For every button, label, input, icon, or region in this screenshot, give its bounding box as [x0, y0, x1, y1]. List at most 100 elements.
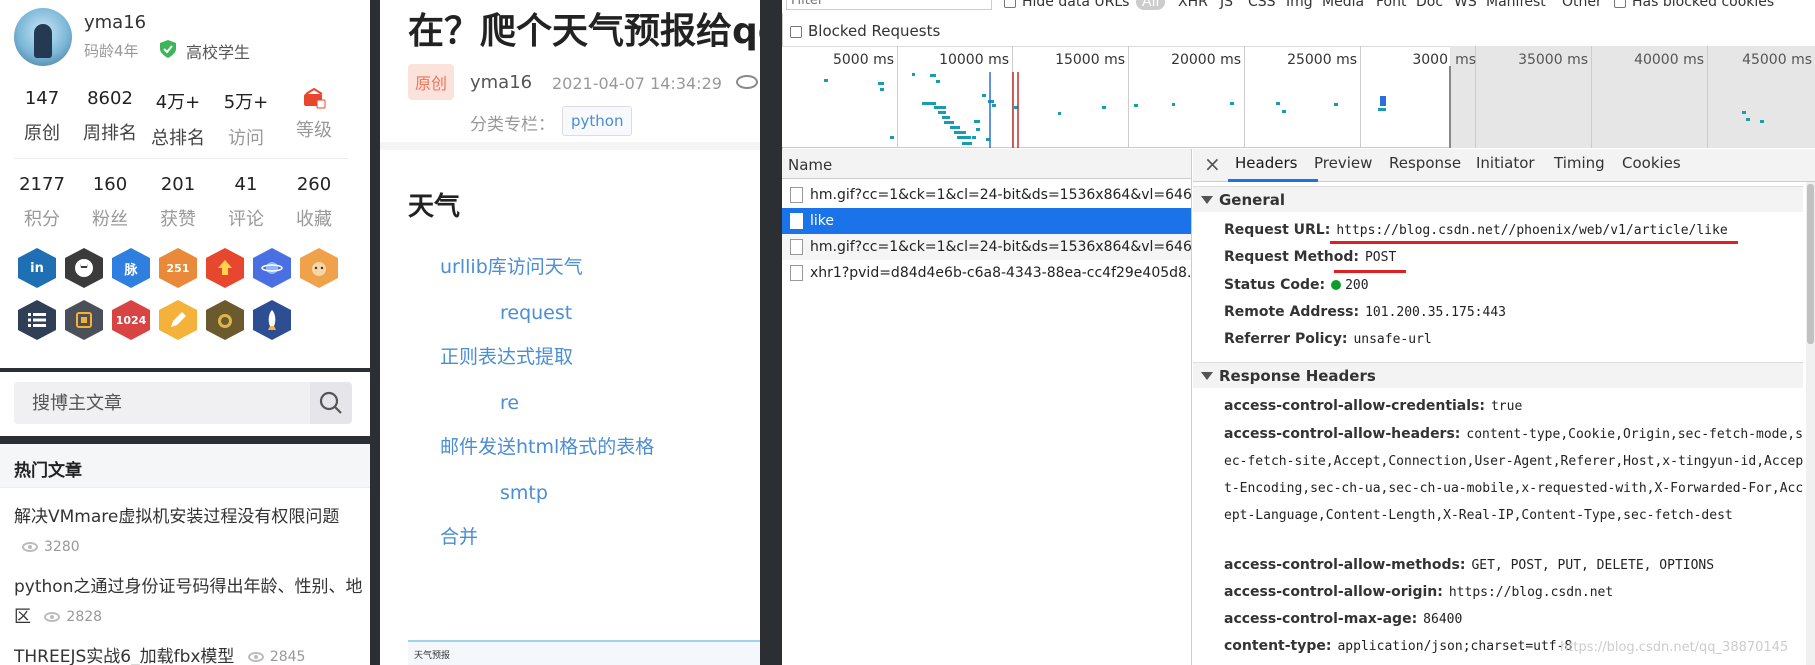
file-icon	[790, 187, 803, 203]
monkey-icon	[312, 262, 326, 276]
type-manifest[interactable]: Manifest	[1486, 0, 1546, 10]
stat-original[interactable]: 147 原创	[12, 88, 72, 145]
medal-icon	[218, 314, 232, 328]
filter-bar: Hide data URLs All XHR JS CSS Img Media …	[782, 0, 1815, 13]
level-icon	[304, 88, 326, 109]
general-section-header[interactable]: General	[1193, 186, 1803, 212]
response-header: access-control-allow-methods: GET, POST, …	[1224, 557, 1715, 573]
collapse-triangle-icon	[1201, 372, 1213, 380]
toc-link[interactable]: 邮件发送html格式的表格	[440, 432, 654, 459]
type-img[interactable]: Img	[1286, 0, 1313, 10]
tab-preview[interactable]: Preview	[1314, 154, 1372, 172]
student-tag: 高校学生	[186, 43, 251, 62]
file-icon	[790, 213, 803, 229]
persist-icon	[76, 312, 92, 328]
red-underline	[1334, 270, 1406, 273]
collapse-triangle-icon	[1201, 196, 1213, 204]
tab-response[interactable]: Response	[1389, 154, 1461, 172]
hot-article-item[interactable]: THREEJS实战6_加载fbx模型 2845	[14, 642, 364, 665]
preview-caption: 天气预报	[414, 651, 451, 661]
type-js[interactable]: JS	[1220, 0, 1233, 10]
response-header: access-control-max-age: 86400	[1224, 611, 1463, 627]
tab-headers[interactable]: Headers	[1235, 154, 1297, 172]
scrollbar-thumb[interactable]	[1807, 184, 1814, 344]
article-divider	[380, 142, 760, 150]
stat-total-rank[interactable]: 4万+ 总排名	[148, 88, 208, 150]
type-ws[interactable]: WS	[1454, 0, 1477, 10]
article-author[interactable]: yma16	[470, 72, 532, 93]
request-row[interactable]: hm.gif?cc=1&ck=1&cl=24-bit&ds=1536x864&v…	[782, 234, 1192, 260]
response-header: access-control-allow-origin: https://blog…	[1224, 584, 1614, 600]
eye-icon	[44, 612, 61, 622]
request-row[interactable]: xhr1?pvid=d84d4e6b-c6a8-4343-88ea-cc4f29…	[782, 260, 1192, 286]
name-column-header[interactable]	[782, 149, 1192, 179]
github-icon	[75, 259, 93, 277]
category-label: 分类专栏：	[470, 115, 555, 135]
type-all[interactable]: All	[1136, 0, 1166, 10]
tab-cookies[interactable]: Cookies	[1622, 154, 1681, 172]
status-ok-icon	[1331, 280, 1342, 290]
header-request-url: Request URL: https://blog.csdn.net//phoen…	[1224, 222, 1728, 238]
blog-search-input[interactable]	[14, 382, 310, 424]
category-tag[interactable]: python	[562, 106, 633, 136]
request-row[interactable]: hm.gif?cc=1&ck=1&cl=24-bit&ds=1536x864&v…	[782, 182, 1192, 208]
type-media[interactable]: Media	[1322, 0, 1364, 10]
active-tab-indicator	[1228, 179, 1318, 182]
article-title: 在？爬个天气预报给qq	[408, 11, 760, 52]
avatar[interactable]	[14, 8, 72, 66]
checkbox[interactable]	[790, 25, 802, 38]
watermark: https://blog.csdn.net/qq_38870145	[1560, 640, 1789, 655]
username[interactable]: yma16	[84, 12, 146, 33]
type-doc[interactable]: Doc	[1416, 0, 1443, 10]
name-column-label: Name	[788, 156, 833, 174]
eye-icon	[22, 542, 38, 552]
response-header: access-control-allow-headers: content-typ…	[1224, 426, 1804, 523]
original-badge: 原创	[408, 64, 454, 100]
type-xhr[interactable]: XHR	[1178, 0, 1208, 10]
toc-link[interactable]: 合并	[440, 522, 478, 549]
shield-icon	[160, 40, 176, 58]
request-row-selected[interactable]: like	[782, 208, 1192, 234]
stat-points: 2177 积分	[19, 174, 65, 230]
header-remote-address: Remote Address: 101.200.35.175:443	[1224, 304, 1506, 320]
divider	[14, 158, 348, 159]
filter-input[interactable]	[786, 0, 992, 10]
tab-initiator[interactable]: Initiator	[1476, 154, 1535, 172]
pen-icon	[171, 312, 186, 327]
type-css[interactable]: CSS	[1248, 0, 1276, 10]
search-button[interactable]	[310, 382, 352, 424]
close-icon[interactable]: ×	[1204, 152, 1221, 176]
red-underline	[1330, 241, 1738, 244]
toc-link[interactable]: request	[500, 302, 572, 324]
stat-fans[interactable]: 160 粉丝	[80, 174, 140, 231]
stat-visits: 5万+ 访问	[223, 92, 269, 149]
hot-article-item[interactable]: 解决VMmare虚拟机安装过程没有权限问题 3280	[14, 502, 364, 562]
type-font[interactable]: Font	[1376, 0, 1406, 10]
has-blocked-cookies-toggle[interactable]: Has blocked cookies	[1614, 0, 1774, 10]
hot-articles-title: 热门文章	[14, 461, 82, 481]
type-other[interactable]: Other	[1562, 0, 1602, 10]
file-icon	[790, 239, 803, 255]
file-icon	[790, 265, 803, 281]
stat-favorites: 260 收藏	[296, 174, 332, 230]
checkbox[interactable]	[1614, 0, 1626, 8]
stat-level[interactable]: 等级	[284, 88, 344, 142]
checkbox[interactable]	[1004, 0, 1016, 8]
toc-link[interactable]: 正则表达式提取	[440, 342, 573, 369]
hot-article-item[interactable]: python之通过身份证号码得出年龄、性别、地区 2828	[14, 572, 364, 632]
tab-timing[interactable]: Timing	[1554, 154, 1605, 172]
stat-comments: 41 评论	[228, 174, 264, 230]
toc-link[interactable]: re	[500, 392, 519, 414]
timeline-bars	[824, 66, 1764, 148]
list-icon	[28, 313, 46, 327]
hide-data-urls-toggle[interactable]: Hide data URLs	[1004, 0, 1129, 10]
toc-link[interactable]: urllib库访问天气	[440, 252, 583, 279]
arrow-up-icon	[218, 260, 232, 275]
coding-age: 码龄4年	[84, 42, 139, 60]
response-headers-section-header[interactable]: Response Headers	[1193, 362, 1803, 388]
toc-heading: 天气	[408, 192, 461, 222]
stat-weekly-rank[interactable]: 8602 周排名	[80, 88, 140, 145]
header-referrer-policy: Referrer Policy: unsafe-url	[1224, 331, 1432, 347]
toc-link[interactable]: smtp	[500, 482, 548, 504]
blocked-requests-toggle[interactable]: Blocked Requests	[790, 22, 940, 40]
